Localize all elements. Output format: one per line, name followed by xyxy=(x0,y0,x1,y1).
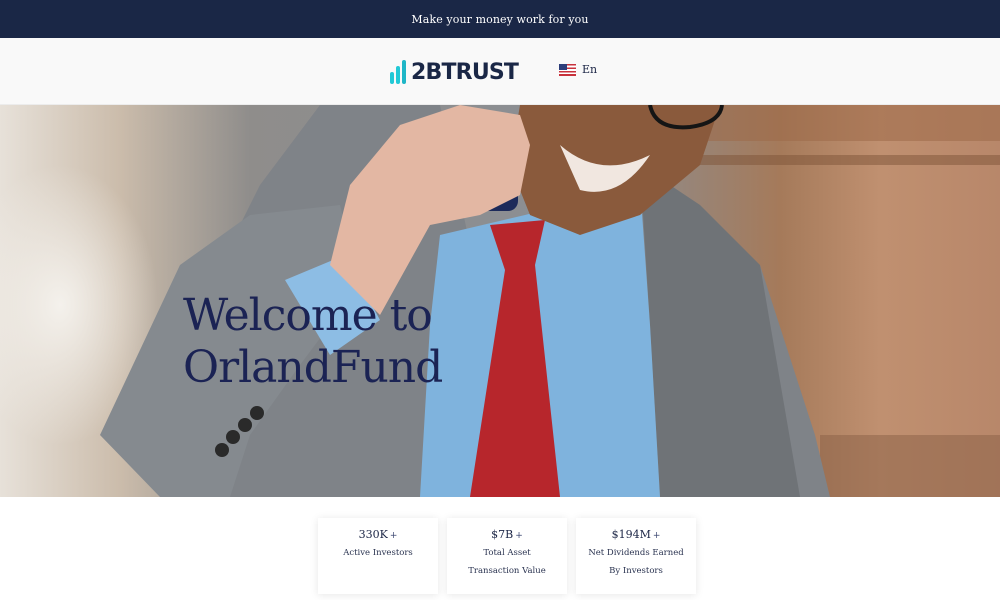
stat-label: Active Investors xyxy=(343,548,413,558)
stat-label: Net Dividends Earned By Investors xyxy=(588,548,684,576)
hero-banner: Welcome to OrlandFund xyxy=(0,105,1000,497)
logo-text: 2BTRUST xyxy=(411,59,519,85)
us-flag-icon xyxy=(559,63,576,76)
stat-card-investors: 330K + Active Investors xyxy=(318,518,438,594)
stat-label: Total Asset Transaction Value xyxy=(468,548,546,576)
language-selector[interactable]: En xyxy=(559,63,597,76)
bar-chart-logo-icon xyxy=(390,60,406,84)
stat-value: $194M + xyxy=(611,528,661,541)
site-header: 2BTRUST En xyxy=(0,38,1000,105)
stats-row: 330K + Active Investors $7B + Total Asset … xyxy=(318,518,696,594)
logo[interactable]: 2BTRUST xyxy=(390,58,519,86)
stat-value: 330K + xyxy=(358,528,398,541)
language-label: En xyxy=(582,63,598,76)
announcement-bar: Make your money work for you xyxy=(0,0,1000,38)
stat-card-dividends: $194M + Net Dividends Earned By Investors xyxy=(576,518,696,594)
hero-title: Welcome to OrlandFund xyxy=(183,290,443,393)
tagline: Make your money work for you xyxy=(411,12,589,26)
stat-card-asset-value: $7B + Total Asset Transaction Value xyxy=(447,518,567,594)
stat-value: $7B + xyxy=(491,528,523,541)
